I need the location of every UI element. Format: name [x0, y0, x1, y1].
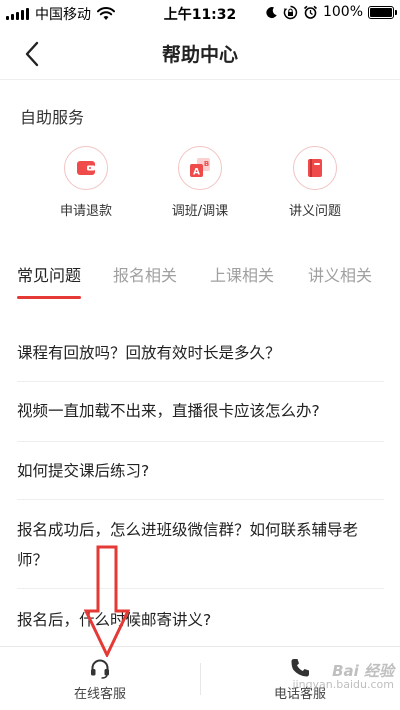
faq-list: 课程有回放吗？回放有效时长是多久？ 视频一直加载不出来，直播很卡应该怎么办? 如…: [0, 322, 400, 649]
status-right: 100%: [265, 4, 397, 20]
moon-icon: [266, 6, 277, 18]
svg-text:B: B: [204, 160, 209, 168]
faq-item[interactable]: 报名成功后，怎么进班级微信群？如何联系辅导老师？: [17, 500, 384, 589]
tab-handout[interactable]: 讲义相关: [308, 262, 372, 286]
lock-rotation-icon: [283, 5, 298, 19]
self-service-title: 自助服务: [20, 108, 85, 127]
service-swap-class[interactable]: A B 调班/调课: [150, 146, 250, 219]
tab-common-questions[interactable]: 常见问题: [17, 262, 81, 286]
service-label: 调班/调课: [171, 204, 229, 219]
service-label: 申请退款: [59, 204, 112, 219]
page-title: 帮助中心: [161, 44, 238, 66]
down-arrow-icon: [84, 545, 130, 657]
service-label: 讲义问题: [288, 204, 341, 219]
watermark: Bai 经验 jingyan.baidu.com: [292, 664, 394, 692]
service-refund[interactable]: 申请退款: [36, 146, 136, 219]
headset-icon: [91, 659, 109, 679]
active-tab-indicator: [17, 296, 81, 299]
watermark-url: jingyan.baidu.com: [292, 678, 394, 691]
faq-item[interactable]: 报名后，什么时候邮寄讲义?: [17, 589, 384, 649]
battery-icon: [368, 5, 397, 19]
service-handout[interactable]: 讲义问题: [265, 146, 365, 219]
wallet-icon: [64, 146, 108, 190]
watermark-logo-text: Bai 经验: [332, 662, 394, 680]
faq-item[interactable]: 课程有回放吗？回放有效时长是多久？: [17, 322, 384, 382]
faq-item[interactable]: 视频一直加载不出来，直播很卡应该怎么办?: [17, 382, 384, 442]
tab-class[interactable]: 上课相关: [210, 262, 274, 286]
faq-tabs: 常见问题 报名相关 上课相关 讲义相关: [0, 262, 400, 304]
book-icon: [293, 146, 337, 190]
faq-item[interactable]: 如何提交课后练习?: [17, 442, 384, 500]
self-service-grid: 申请退款 A B 调班/调课 讲义问题: [0, 146, 400, 226]
battery-percent: 100%: [322, 4, 363, 20]
svg-text:A: A: [193, 168, 200, 178]
swap-class-icon: A B: [178, 146, 222, 190]
tab-registration[interactable]: 报名相关: [113, 262, 177, 286]
nav-bar: 帮助中心: [0, 26, 400, 80]
online-service-label: 在线客服: [73, 687, 126, 702]
status-bar: 中国移动 上午11:32 100%: [0, 0, 400, 26]
alarm-icon: [303, 5, 317, 19]
